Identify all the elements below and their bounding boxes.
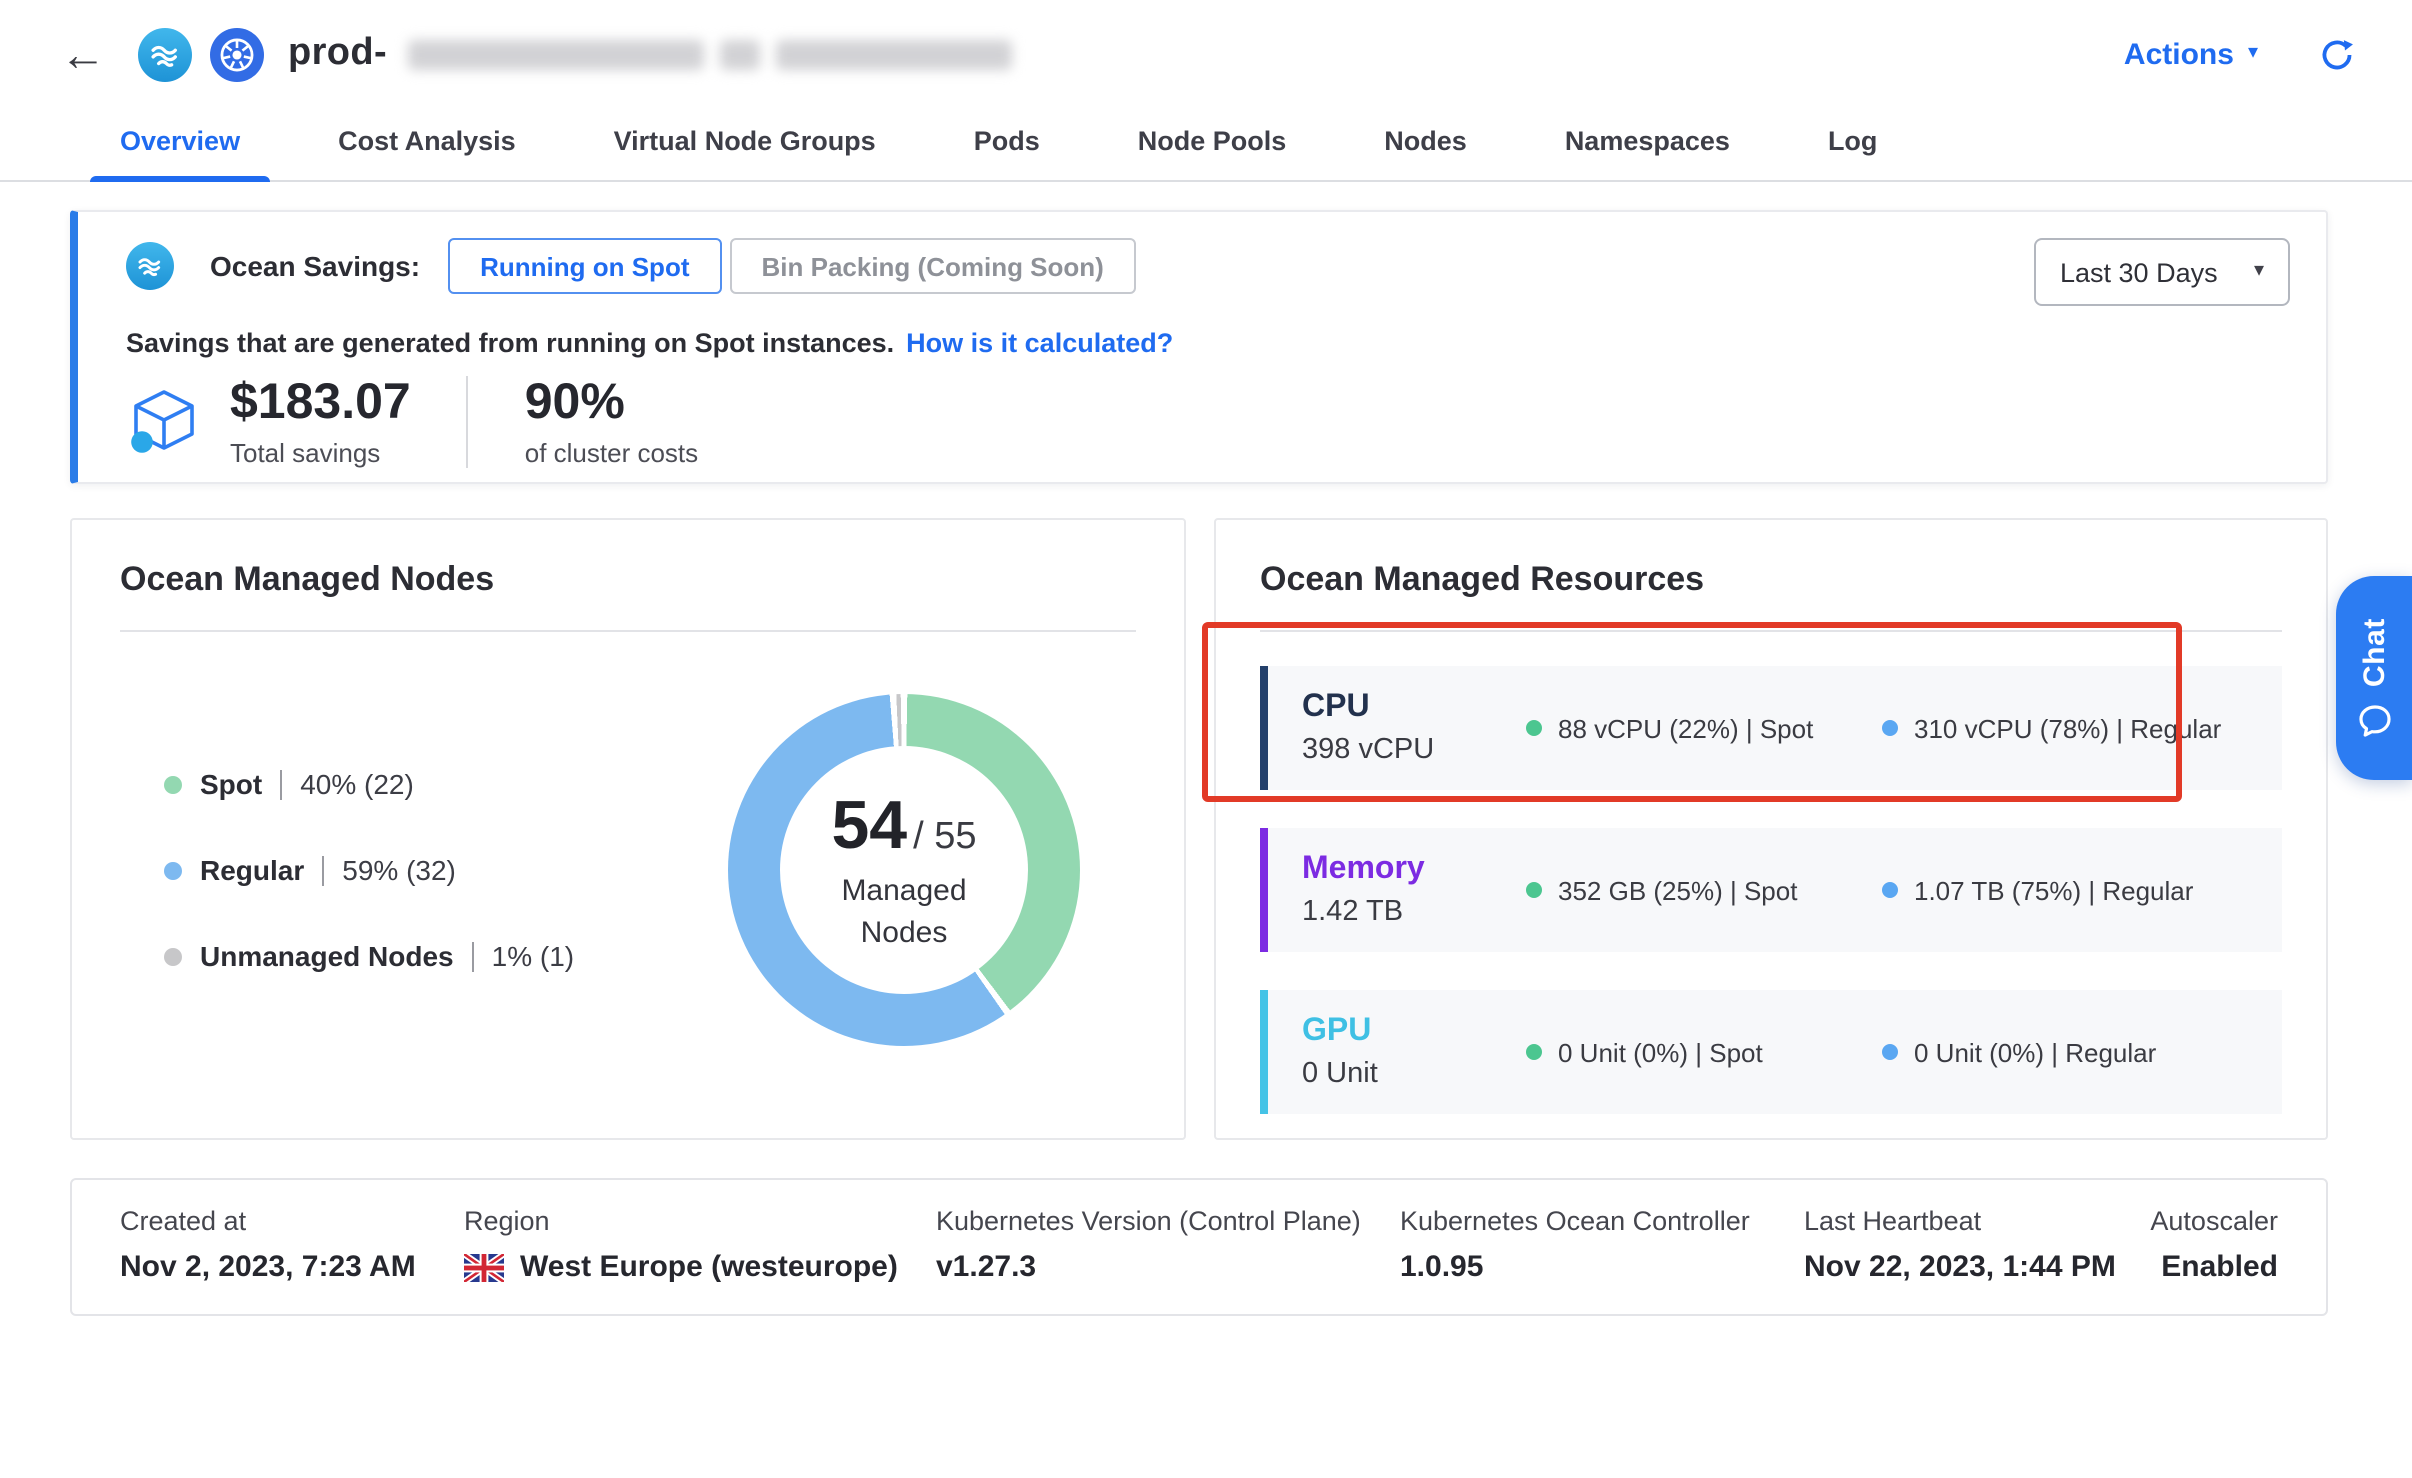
info-last-heartbeat: Last Heartbeat Nov 22, 2023, 1:44 PM bbox=[1804, 1206, 2150, 1284]
memory-total-value: 1.42 TB bbox=[1302, 895, 1526, 927]
memory-spot-stat: 352 GB (25%) | Spot bbox=[1526, 875, 1882, 905]
ocean-managed-nodes-card: Ocean Managed Nodes Spot 40% (22) Regula… bbox=[70, 518, 1186, 1140]
header: ← pro bbox=[0, 0, 2412, 100]
resource-row-gpu: GPU 0 Unit 0 Unit (0%) | Spot 0 Unit (0%… bbox=[1260, 990, 2282, 1114]
ocean-savings-label: Ocean Savings: bbox=[210, 250, 420, 282]
resource-row-memory: Memory 1.42 TB 352 GB (25%) | Spot 1.07 … bbox=[1260, 828, 2282, 952]
back-button[interactable]: ← bbox=[60, 31, 106, 77]
refresh-button[interactable] bbox=[2318, 35, 2356, 73]
divider bbox=[467, 376, 469, 468]
memory-label: Memory bbox=[1302, 853, 1526, 890]
how-calculated-link[interactable]: How is it calculated? bbox=[906, 328, 1173, 358]
chevron-down-icon: ▾ bbox=[2248, 44, 2258, 64]
spot-ocean-logo-icon bbox=[138, 27, 192, 81]
tab-overview[interactable]: Overview bbox=[120, 100, 240, 180]
resource-row-cpu: CPU 398 vCPU 88 vCPU (22%) | Spot 310 vC… bbox=[1260, 666, 2282, 790]
tab-cost-analysis[interactable]: Cost Analysis bbox=[338, 100, 516, 180]
tab-namespaces[interactable]: Namespaces bbox=[1565, 100, 1730, 180]
tab-virtual-node-groups[interactable]: Virtual Node Groups bbox=[614, 100, 876, 180]
memory-regular-stat: 1.07 TB (75%) | Regular bbox=[1882, 875, 2193, 905]
regular-dot-icon bbox=[1882, 882, 1898, 898]
total-savings-value: $183.07 bbox=[230, 377, 411, 430]
page: ← pro bbox=[0, 0, 2412, 1478]
redacted-cluster-name bbox=[407, 39, 1011, 69]
info-region: Region West Europe (westeuro bbox=[464, 1206, 936, 1284]
chat-label: Chat bbox=[2357, 617, 2391, 686]
cpu-spot-stat: 88 vCPU (22%) | Spot bbox=[1526, 713, 1882, 743]
info-created-at: Created at Nov 2, 2023, 7:23 AM bbox=[120, 1206, 464, 1284]
uk-flag-icon bbox=[464, 1253, 504, 1281]
ocean-savings-card: Ocean Savings: Running on Spot Bin Packi… bbox=[70, 210, 2328, 484]
gpu-regular-stat: 0 Unit (0%) | Regular bbox=[1882, 1037, 2156, 1067]
tab-pods[interactable]: Pods bbox=[974, 100, 1040, 180]
resources-card-title: Ocean Managed Resources bbox=[1260, 560, 2282, 600]
donut-center-text: 54 / 55 Managed Nodes bbox=[728, 694, 1080, 1046]
ocean-wave-icon bbox=[126, 242, 174, 290]
tab-bar: Overview Cost Analysis Virtual Node Grou… bbox=[0, 100, 2412, 182]
info-ocean-controller: Kubernetes Ocean Controller 1.0.95 bbox=[1400, 1206, 1804, 1284]
cpu-total-value: 398 vCPU bbox=[1302, 733, 1526, 765]
cpu-regular-stat: 310 vCPU (78%) | Regular bbox=[1882, 713, 2221, 743]
header-actions: Actions ▾ bbox=[2124, 35, 2356, 73]
legend-item-regular: Regular 59% (32) bbox=[164, 854, 574, 886]
regular-dot-icon bbox=[1882, 1044, 1898, 1060]
gpu-label: GPU bbox=[1302, 1015, 1526, 1052]
spot-dot-icon bbox=[1526, 1044, 1542, 1060]
legend-item-spot: Spot 40% (22) bbox=[164, 768, 574, 800]
gpu-total-value: 0 Unit bbox=[1302, 1057, 1526, 1089]
tab-node-pools[interactable]: Node Pools bbox=[1138, 100, 1287, 180]
spot-dot-icon bbox=[1526, 720, 1542, 736]
date-range-dropdown[interactable]: Last 30 Days ▾ bbox=[2034, 238, 2290, 306]
unmanaged-legend-dot-icon bbox=[164, 947, 182, 965]
managed-nodes-donut-chart: 54 / 55 Managed Nodes bbox=[728, 694, 1080, 1046]
spot-dot-icon bbox=[1526, 882, 1542, 898]
spot-legend-dot-icon bbox=[164, 775, 182, 793]
cluster-cost-percent-caption: of cluster costs bbox=[525, 437, 698, 467]
legend-item-unmanaged: Unmanaged Nodes 1% (1) bbox=[164, 940, 574, 972]
nodes-legend: Spot 40% (22) Regular 59% (32) U bbox=[164, 768, 574, 972]
ocean-managed-resources-card: Ocean Managed Resources CPU 398 vCPU 88 … bbox=[1214, 518, 2328, 1140]
info-k8s-version: Kubernetes Version (Control Plane) v1.27… bbox=[936, 1206, 1400, 1284]
tab-nodes[interactable]: Nodes bbox=[1384, 100, 1467, 180]
cpu-label: CPU bbox=[1302, 691, 1526, 728]
divider bbox=[1260, 630, 2282, 632]
nodes-card-title: Ocean Managed Nodes bbox=[120, 560, 1136, 600]
gpu-spot-stat: 0 Unit (0%) | Spot bbox=[1526, 1037, 1882, 1067]
tab-log[interactable]: Log bbox=[1828, 100, 1878, 180]
savings-cube-icon bbox=[126, 387, 202, 457]
info-autoscaler: Autoscaler Enabled bbox=[2150, 1206, 2278, 1284]
total-savings-caption: Total savings bbox=[230, 437, 411, 467]
chevron-down-icon: ▾ bbox=[2254, 262, 2264, 282]
cluster-info-bar: Created at Nov 2, 2023, 7:23 AM Region bbox=[70, 1178, 2328, 1316]
toggle-running-on-spot[interactable]: Running on Spot bbox=[448, 238, 721, 294]
actions-menu-button[interactable]: Actions ▾ bbox=[2124, 37, 2258, 71]
savings-description: Savings that are generated from running … bbox=[126, 328, 2290, 358]
cluster-title: prod- bbox=[288, 32, 387, 76]
regular-legend-dot-icon bbox=[164, 861, 182, 879]
chat-button[interactable]: Chat bbox=[2336, 576, 2412, 780]
cluster-cost-percent-value: 90% bbox=[525, 377, 698, 430]
kubernetes-logo-icon bbox=[210, 27, 264, 81]
main-content: Ocean Savings: Running on Spot Bin Packi… bbox=[0, 182, 2412, 1316]
regular-dot-icon bbox=[1882, 720, 1898, 736]
toggle-bin-packing[interactable]: Bin Packing (Coming Soon) bbox=[730, 238, 1136, 294]
chat-bubble-icon bbox=[2357, 705, 2391, 739]
